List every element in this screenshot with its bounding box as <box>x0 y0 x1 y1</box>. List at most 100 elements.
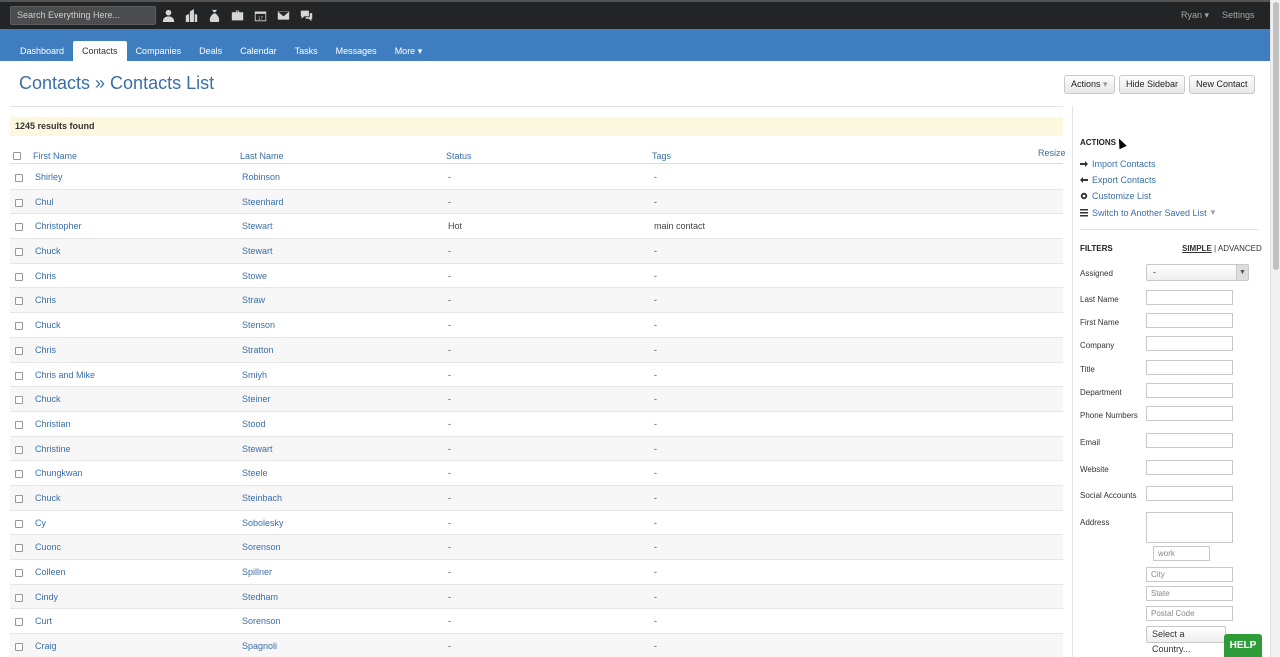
title-field[interactable] <box>1146 360 1233 375</box>
table-row[interactable]: Craig Spagnoli - - <box>10 634 1063 657</box>
first-name-link[interactable]: Shirley <box>35 172 63 182</box>
first-name-link[interactable]: Cuonc <box>35 542 61 552</box>
money-bag-icon[interactable] <box>206 7 222 23</box>
last-name-link[interactable]: Stenson <box>242 320 275 330</box>
person-icon[interactable] <box>160 7 176 23</box>
social-accounts-field[interactable] <box>1146 486 1233 501</box>
first-name-link[interactable]: Chuck <box>35 493 61 503</box>
tab-dashboard[interactable]: Dashboard <box>11 41 73 61</box>
row-checkbox[interactable] <box>15 174 23 182</box>
first-name-link[interactable]: Christopher <box>35 221 82 231</box>
table-row[interactable]: Curt Sorenson - - <box>10 609 1063 635</box>
country-select[interactable]: Select a Country... <box>1146 626 1226 654</box>
last-name-link[interactable]: Stowe <box>242 271 267 281</box>
last-name-link[interactable]: Stedham <box>242 592 278 602</box>
last-name-link[interactable]: Straw <box>242 295 265 305</box>
import-contacts-link[interactable]: Import Contacts <box>1080 159 1156 169</box>
email-field[interactable] <box>1146 433 1233 448</box>
tab-more[interactable]: More ▾ <box>386 41 432 61</box>
first-name-link[interactable]: Chris <box>35 295 56 305</box>
row-checkbox[interactable] <box>15 445 23 454</box>
state-field[interactable]: State <box>1146 586 1233 601</box>
page-scrollbar[interactable] <box>1270 0 1280 657</box>
city-field[interactable]: City <box>1146 567 1233 582</box>
table-row[interactable]: Chris and Mike Smiyh - - <box>10 363 1063 388</box>
address-type-field[interactable]: work <box>1153 546 1210 561</box>
last-name-link[interactable]: Steele <box>242 468 268 478</box>
table-row[interactable]: Christopher Stewart Hot main contact <box>10 214 1063 240</box>
department-field[interactable] <box>1146 383 1233 398</box>
first-name-link[interactable]: Christian <box>35 419 71 429</box>
last-name-link[interactable]: Spagnoli <box>242 641 277 651</box>
hide-sidebar-button[interactable]: Hide Sidebar <box>1119 75 1186 94</box>
last-name-link[interactable]: Stewart <box>242 444 273 454</box>
table-row[interactable]: Chungkwan Steele - - <box>10 461 1063 486</box>
last-name-link[interactable]: Stewart <box>242 221 273 231</box>
first-name-link[interactable]: Chuck <box>35 320 61 330</box>
global-search-input[interactable]: Search Everything Here... <box>10 6 156 25</box>
row-checkbox[interactable] <box>15 618 23 627</box>
column-last-name[interactable]: Last Name <box>240 151 284 161</box>
last-name-link[interactable]: Sobolesky <box>242 518 284 528</box>
last-name-link[interactable]: Stratton <box>242 345 274 355</box>
first-name-link[interactable]: Chris and Mike <box>35 370 95 380</box>
row-checkbox[interactable] <box>15 223 23 232</box>
table-row[interactable]: Chul Steenhard - - <box>10 189 1063 215</box>
table-row[interactable]: Chuck Steiner - - <box>10 387 1063 412</box>
tab-contacts[interactable]: Contacts <box>73 41 127 61</box>
last-name-link[interactable]: Spillner <box>242 567 272 577</box>
settings-link[interactable]: Settings <box>1222 10 1255 20</box>
tab-tasks[interactable]: Tasks <box>286 41 327 61</box>
table-row[interactable]: Cy Sobolesky - - <box>10 511 1063 536</box>
chat-icon[interactable] <box>298 7 314 23</box>
table-row[interactable]: Christian Stood - - <box>10 412 1063 437</box>
row-checkbox[interactable] <box>15 643 23 652</box>
table-row[interactable]: Christine Stewart - - <box>10 436 1063 462</box>
row-checkbox[interactable] <box>15 544 23 553</box>
tab-companies[interactable]: Companies <box>127 41 191 61</box>
first-name-link[interactable]: Christine <box>35 444 71 454</box>
column-tags[interactable]: Tags <box>652 151 671 161</box>
column-first-name[interactable]: First Name <box>33 151 77 161</box>
envelope-icon[interactable] <box>275 7 291 23</box>
tab-messages[interactable]: Messages <box>327 41 386 61</box>
briefcase-icon[interactable] <box>229 7 245 23</box>
row-checkbox[interactable] <box>15 420 23 429</box>
customize-list-link[interactable]: Customize List <box>1080 191 1151 201</box>
row-checkbox[interactable] <box>15 297 23 306</box>
last-name-field[interactable] <box>1146 290 1233 305</box>
actions-button[interactable]: Actions ▾ <box>1064 75 1115 94</box>
table-row[interactable]: Chris Stratton - - <box>10 337 1063 363</box>
advanced-filter-link[interactable]: ADVANCED <box>1218 244 1262 253</box>
last-name-link[interactable]: Sorenson <box>242 542 281 552</box>
first-name-field[interactable] <box>1146 313 1233 328</box>
export-contacts-link[interactable]: Export Contacts <box>1080 175 1156 185</box>
table-row[interactable]: Shirley Robinson - - <box>10 165 1063 190</box>
new-contact-button[interactable]: New Contact <box>1189 75 1255 94</box>
assigned-select[interactable]: - ▼ <box>1146 264 1249 281</box>
select-all-checkbox[interactable] <box>13 152 21 160</box>
table-row[interactable]: Chuck Stewart - - <box>10 239 1063 264</box>
column-status[interactable]: Status <box>446 151 472 161</box>
row-checkbox[interactable] <box>15 346 23 355</box>
user-menu[interactable]: Ryan ▾ <box>1181 10 1209 21</box>
last-name-link[interactable]: Sorenson <box>242 616 281 626</box>
table-row[interactable]: Chuck Stenson - - <box>10 313 1063 338</box>
row-checkbox[interactable] <box>15 198 23 207</box>
first-name-link[interactable]: Colleen <box>35 567 66 577</box>
first-name-link[interactable]: Chris <box>35 271 56 281</box>
table-row[interactable]: Chris Straw - - <box>10 288 1063 314</box>
address-textarea[interactable] <box>1146 512 1233 543</box>
table-row[interactable]: Chris Stowe - - <box>10 264 1063 289</box>
first-name-link[interactable]: Chul <box>35 197 54 207</box>
phone-numbers-field[interactable] <box>1146 406 1233 421</box>
calendar-icon[interactable]: 17 <box>252 7 268 23</box>
help-button[interactable]: HELP <box>1224 634 1262 657</box>
postal-code-field[interactable]: Postal Code <box>1146 606 1233 621</box>
resize-link[interactable]: Resize <box>1038 148 1066 158</box>
table-row[interactable]: Cuonc Sorenson - - <box>10 535 1063 560</box>
table-row[interactable]: Colleen Spillner - - <box>10 560 1063 585</box>
row-checkbox[interactable] <box>15 470 23 479</box>
first-name-link[interactable]: Cindy <box>35 592 58 602</box>
tab-deals[interactable]: Deals <box>190 41 231 61</box>
